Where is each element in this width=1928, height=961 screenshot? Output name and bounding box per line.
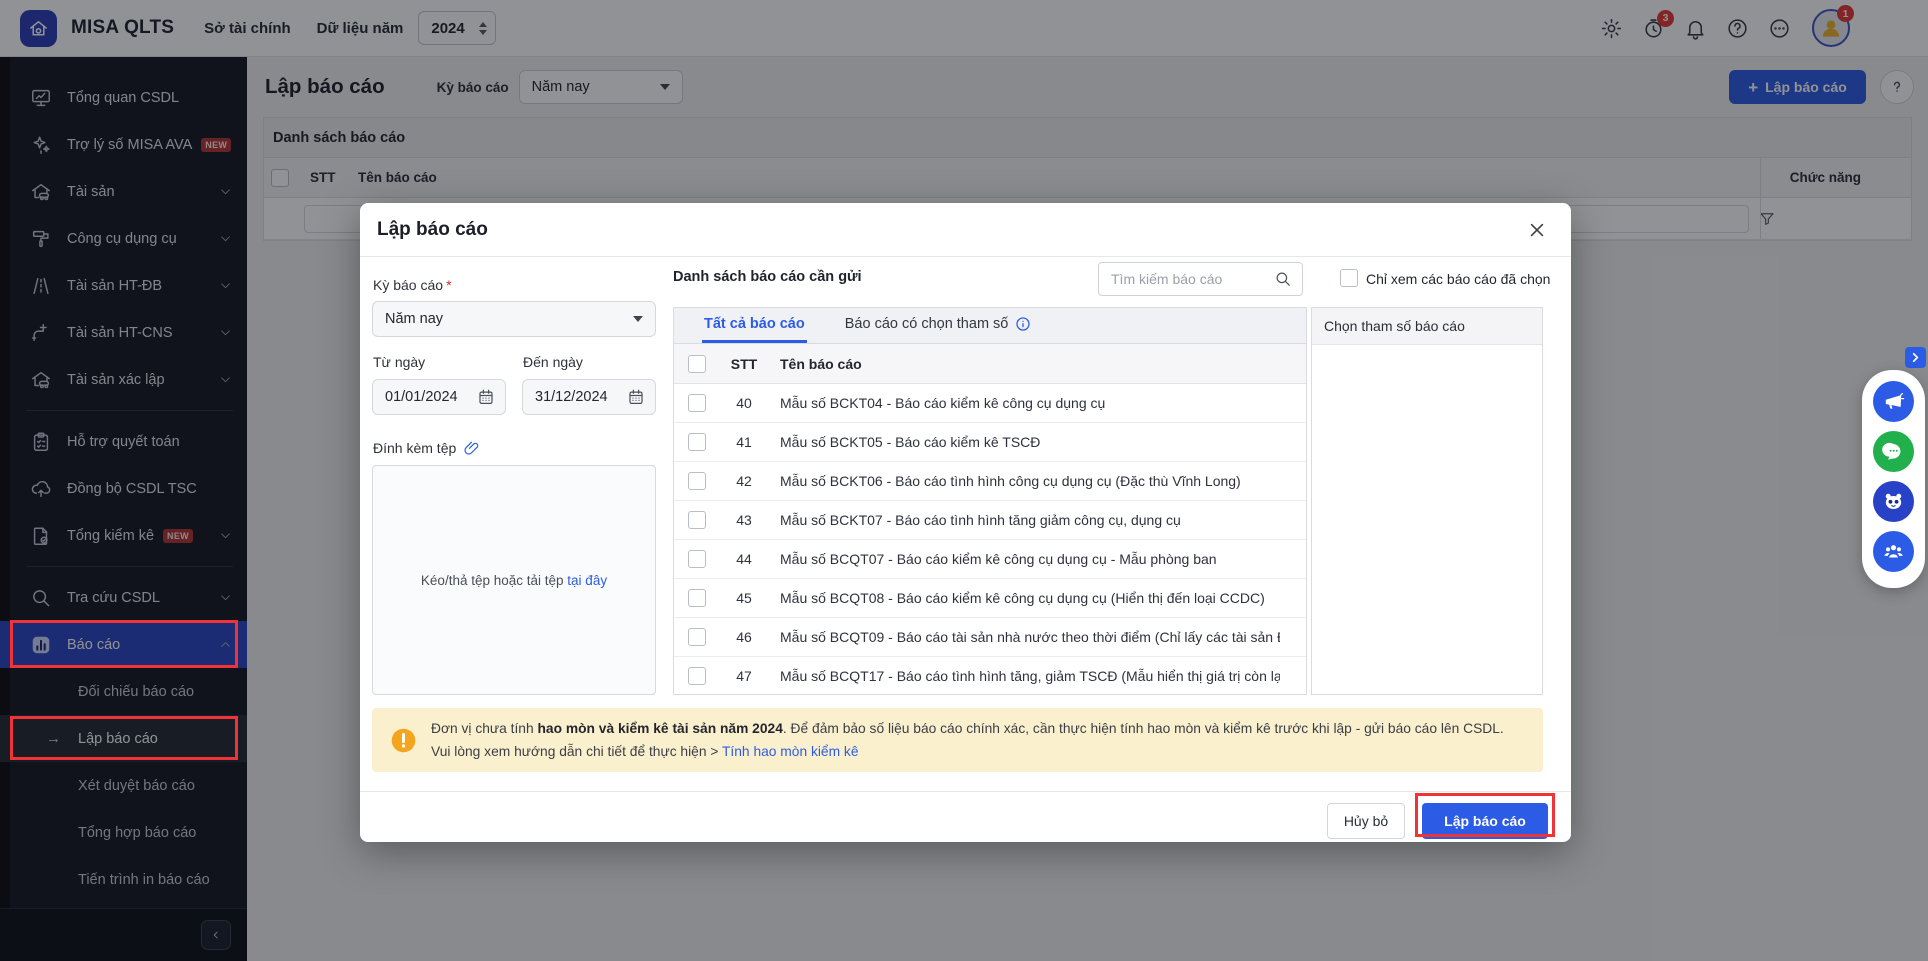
dropzone-text: Kéo/thả tệp hoặc tải tệp	[421, 573, 564, 588]
row-name: Mẫu số BCQT07 - Báo cáo kiểm kê công cụ …	[780, 551, 1217, 567]
floating-support-panel	[1862, 370, 1925, 588]
only-selected-label[interactable]: Chỉ xem các báo cáo đã chọn	[1366, 271, 1550, 287]
row-checkbox[interactable]	[688, 550, 706, 568]
report-row[interactable]: 41 Mẫu số BCKT05 - Báo cáo kiểm kê TSCĐ	[674, 423, 1306, 462]
from-date-label: Từ ngày	[373, 354, 425, 370]
report-row[interactable]: 44 Mẫu số BCQT07 - Báo cáo kiểm kê công …	[674, 540, 1306, 579]
params-panel: Chọn tham số báo cáo	[1311, 307, 1543, 695]
calendar-icon[interactable]	[627, 388, 645, 406]
modal-table-rows: 40 Mẫu số BCKT04 - Báo cáo kiểm kê công …	[674, 384, 1306, 695]
modal-table-header: STT Tên báo cáo	[674, 344, 1306, 384]
report-row[interactable]: 46 Mẫu số BCQT09 - Báo cáo tài sản nhà n…	[674, 618, 1306, 657]
report-row[interactable]: 45 Mẫu số BCQT08 - Báo cáo kiểm kê công …	[674, 579, 1306, 618]
tabbar: Tất cả báo cáo Báo cáo có chọn tham số	[674, 308, 1306, 344]
modal-period-value: Năm nay	[385, 311, 443, 327]
row-name: Mẫu số BCQT08 - Báo cáo kiểm kê công cụ …	[780, 590, 1265, 606]
row-checkbox[interactable]	[688, 589, 706, 607]
row-name: Mẫu số BCKT05 - Báo cáo kiểm kê TSCĐ	[780, 434, 1040, 450]
modal-footer: Hủy bỏ Lập báo cáo	[360, 791, 1571, 842]
row-stt: 40	[724, 395, 764, 411]
row-checkbox[interactable]	[688, 511, 706, 529]
row-name: Mẫu số BCKT04 - Báo cáo kiểm kê công cụ …	[780, 395, 1105, 411]
row-checkbox[interactable]	[688, 433, 706, 451]
report-list-title: Danh sách báo cáo cần gửi	[673, 269, 862, 285]
report-row[interactable]: 47 Mẫu số BCQT17 - Báo cáo tình hình tăn…	[674, 657, 1306, 695]
row-stt: 46	[724, 629, 764, 645]
chevron-down-icon	[633, 316, 643, 322]
row-stt: 43	[724, 512, 764, 528]
to-date-value: 31/12/2024	[535, 389, 608, 405]
cancel-button[interactable]: Hủy bỏ	[1327, 803, 1405, 839]
paperclip-icon[interactable]	[463, 439, 481, 457]
calendar-icon[interactable]	[477, 388, 495, 406]
warning-icon	[390, 727, 417, 754]
row-name: Mẫu số BCQT09 - Báo cáo tài sản nhà nước…	[780, 629, 1280, 645]
modal-period-label: Kỳ báo cáo*	[373, 277, 452, 293]
community-icon[interactable]	[1873, 531, 1914, 572]
row-checkbox[interactable]	[688, 628, 706, 646]
select-all-checkbox[interactable]	[688, 355, 706, 373]
announcements-icon[interactable]	[1873, 381, 1914, 422]
modal-title: Lập báo cáo	[377, 219, 488, 241]
tab-all-reports[interactable]: Tất cả báo cáo	[702, 308, 807, 343]
row-stt: 44	[724, 551, 764, 567]
row-name: Mẫu số BCKT07 - Báo cáo tình hình tăng g…	[780, 512, 1181, 528]
row-checkbox[interactable]	[688, 667, 706, 685]
row-checkbox[interactable]	[688, 394, 706, 412]
row-checkbox[interactable]	[688, 472, 706, 490]
close-icon[interactable]	[1527, 220, 1547, 240]
row-name: Mẫu số BCKT06 - Báo cáo tình hình công c…	[780, 473, 1241, 489]
create-report-modal: Lập báo cáo Kỳ báo cáo* Năm nay Từ ngày …	[360, 203, 1571, 842]
warning-guide-link[interactable]: Tính hao mòn kiểm kê	[722, 744, 859, 759]
row-stt: 42	[724, 473, 764, 489]
row-stt: 47	[724, 668, 764, 684]
row-name: Mẫu số BCQT17 - Báo cáo tình hình tăng, …	[780, 668, 1280, 684]
search-input[interactable]	[1111, 271, 1274, 287]
warning-text: Đơn vị chưa tính hao mòn và kiểm kê tài …	[431, 717, 1525, 764]
attach-label: Đính kèm tệp	[373, 439, 481, 457]
report-row[interactable]: 42 Mẫu số BCKT06 - Báo cáo tình hình côn…	[674, 462, 1306, 501]
row-stt: 41	[724, 434, 764, 450]
support-chat-icon[interactable]	[1873, 431, 1914, 472]
report-table-block: Tất cả báo cáo Báo cáo có chọn tham số S…	[673, 307, 1307, 695]
submit-report-button[interactable]: Lập báo cáo	[1422, 803, 1548, 839]
warning-banner: Đơn vị chưa tính hao mòn và kiểm kê tài …	[372, 708, 1543, 772]
column-stt: STT	[724, 356, 764, 372]
row-stt: 45	[724, 590, 764, 606]
params-panel-title: Chọn tham số báo cáo	[1312, 308, 1542, 345]
search-icon[interactable]	[1274, 270, 1292, 288]
file-dropzone[interactable]: Kéo/thả tệp hoặc tải tệp tại đây	[372, 465, 656, 695]
required-asterisk: *	[446, 277, 451, 293]
tab-param-reports[interactable]: Báo cáo có chọn tham số	[843, 308, 1034, 343]
from-date-input[interactable]: 01/01/2024	[372, 379, 506, 415]
report-row[interactable]: 40 Mẫu số BCKT04 - Báo cáo kiểm kê công …	[674, 384, 1306, 423]
assistant-bot-icon[interactable]	[1873, 481, 1914, 522]
dropzone-upload-link[interactable]: tại đây	[567, 573, 607, 588]
report-row[interactable]: 43 Mẫu số BCKT07 - Báo cáo tình hình tăn…	[674, 501, 1306, 540]
only-selected-checkbox[interactable]	[1340, 269, 1358, 287]
modal-period-select[interactable]: Năm nay	[372, 301, 656, 337]
from-date-value: 01/01/2024	[385, 389, 458, 405]
modal-header: Lập báo cáo	[360, 203, 1571, 257]
report-search[interactable]	[1098, 262, 1303, 296]
info-icon[interactable]	[1015, 316, 1031, 332]
to-date-input[interactable]: 31/12/2024	[522, 379, 656, 415]
column-name: Tên báo cáo	[780, 356, 862, 372]
side-panel-expand-icon[interactable]	[1905, 347, 1926, 368]
to-date-label: Đến ngày	[523, 354, 583, 370]
